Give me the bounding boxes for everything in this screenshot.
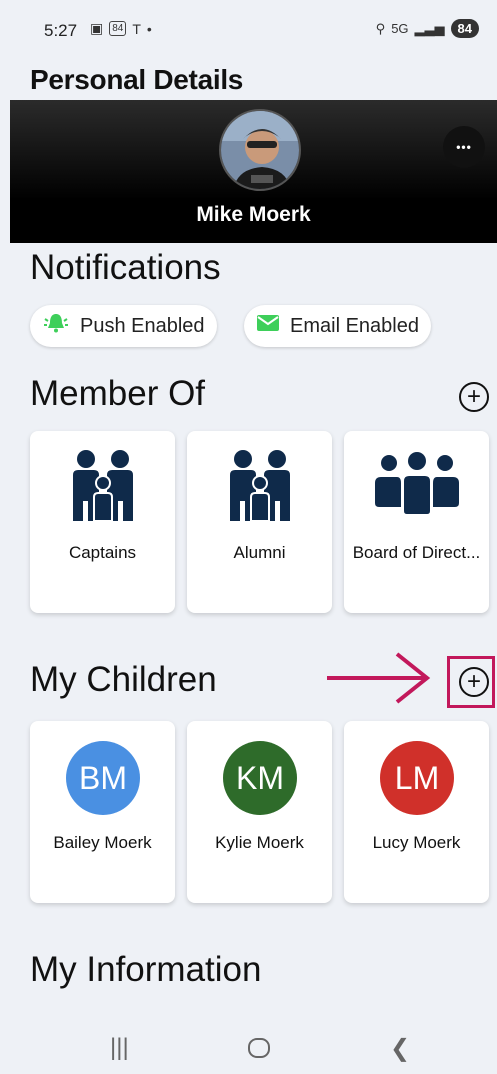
status-icons-left: ▣ 84 Τ • <box>90 20 152 37</box>
antenna-icon: Τ <box>132 20 141 37</box>
child-avatar: KM <box>223 741 297 815</box>
back-button[interactable]: ❮ <box>390 1034 410 1063</box>
my-information-title: My Information <box>30 950 262 989</box>
page-title: Personal Details <box>30 64 244 95</box>
battery-indicator: 84 <box>450 19 479 38</box>
screen-icon: ▣ <box>90 20 104 36</box>
profile-name: Mike Moerk <box>196 203 311 226</box>
status-time: 5:27 <box>44 21 78 40</box>
system-nav-bar: ||| ❮ <box>0 1020 497 1074</box>
member-of-title: Member Of <box>30 374 206 413</box>
home-button[interactable] <box>247 1036 271 1067</box>
child-card-kylie[interactable]: KM Kylie Moerk <box>187 721 332 903</box>
child-name: Lucy Moerk <box>372 833 461 852</box>
group-card-captains[interactable]: Captains <box>30 431 175 613</box>
child-card-lucy[interactable]: LM Lucy Moerk <box>344 721 489 903</box>
more-icon: ••• <box>456 140 472 154</box>
bell-icon <box>42 311 70 341</box>
push-enabled-label: Push Enabled <box>80 314 205 337</box>
recent-apps-button[interactable]: ||| <box>110 1034 129 1062</box>
avatar-photo-icon <box>221 111 299 189</box>
push-enabled-chip[interactable]: Push Enabled <box>30 305 217 347</box>
plus-icon: + <box>466 668 481 695</box>
email-enabled-label: Email Enabled <box>290 314 419 337</box>
plus-icon: + <box>466 383 481 410</box>
signal-icon: ▂▃▅ <box>414 20 445 36</box>
child-avatar: BM <box>66 741 140 815</box>
group-label-captains: Captains <box>68 543 137 562</box>
group-card-board[interactable]: Board of Direct... <box>344 431 489 613</box>
profile-header: Mike Moerk ••• <box>10 100 497 243</box>
status-bar: 5:27 ▣ 84 Τ • ⚲ 5G ▂▃▅ 84 <box>0 0 497 60</box>
mail-icon <box>256 314 280 338</box>
child-name: Kylie Moerk <box>215 833 304 852</box>
group-label-alumni: Alumni <box>233 543 286 562</box>
group-icon <box>344 449 489 523</box>
child-card-bailey[interactable]: BM Bailey Moerk <box>30 721 175 903</box>
notifications-title: Notifications <box>30 248 221 287</box>
add-child-button[interactable]: + <box>459 667 489 697</box>
family-icon <box>187 449 332 523</box>
group-card-alumni[interactable]: Alumni <box>187 431 332 613</box>
child-avatar: LM <box>380 741 454 815</box>
avatar[interactable] <box>219 109 301 191</box>
arrow-annotation-icon <box>327 652 431 704</box>
home-icon <box>248 1038 270 1058</box>
more-options-button[interactable]: ••• <box>443 126 485 168</box>
location-icon: ⚲ <box>375 20 386 36</box>
group-label-board: Board of Direct... <box>352 543 481 562</box>
network-label: 5G <box>391 21 409 36</box>
add-membership-button[interactable]: + <box>459 382 489 412</box>
email-enabled-chip[interactable]: Email Enabled <box>244 305 431 347</box>
child-name: Bailey Moerk <box>53 833 152 852</box>
status-icons-right: ⚲ 5G ▂▃▅ 84 <box>376 19 479 38</box>
dot-icon: • <box>146 20 152 37</box>
notification-count-badge: 84 <box>109 21 127 36</box>
family-icon <box>30 449 175 523</box>
my-children-title: My Children <box>30 660 217 699</box>
